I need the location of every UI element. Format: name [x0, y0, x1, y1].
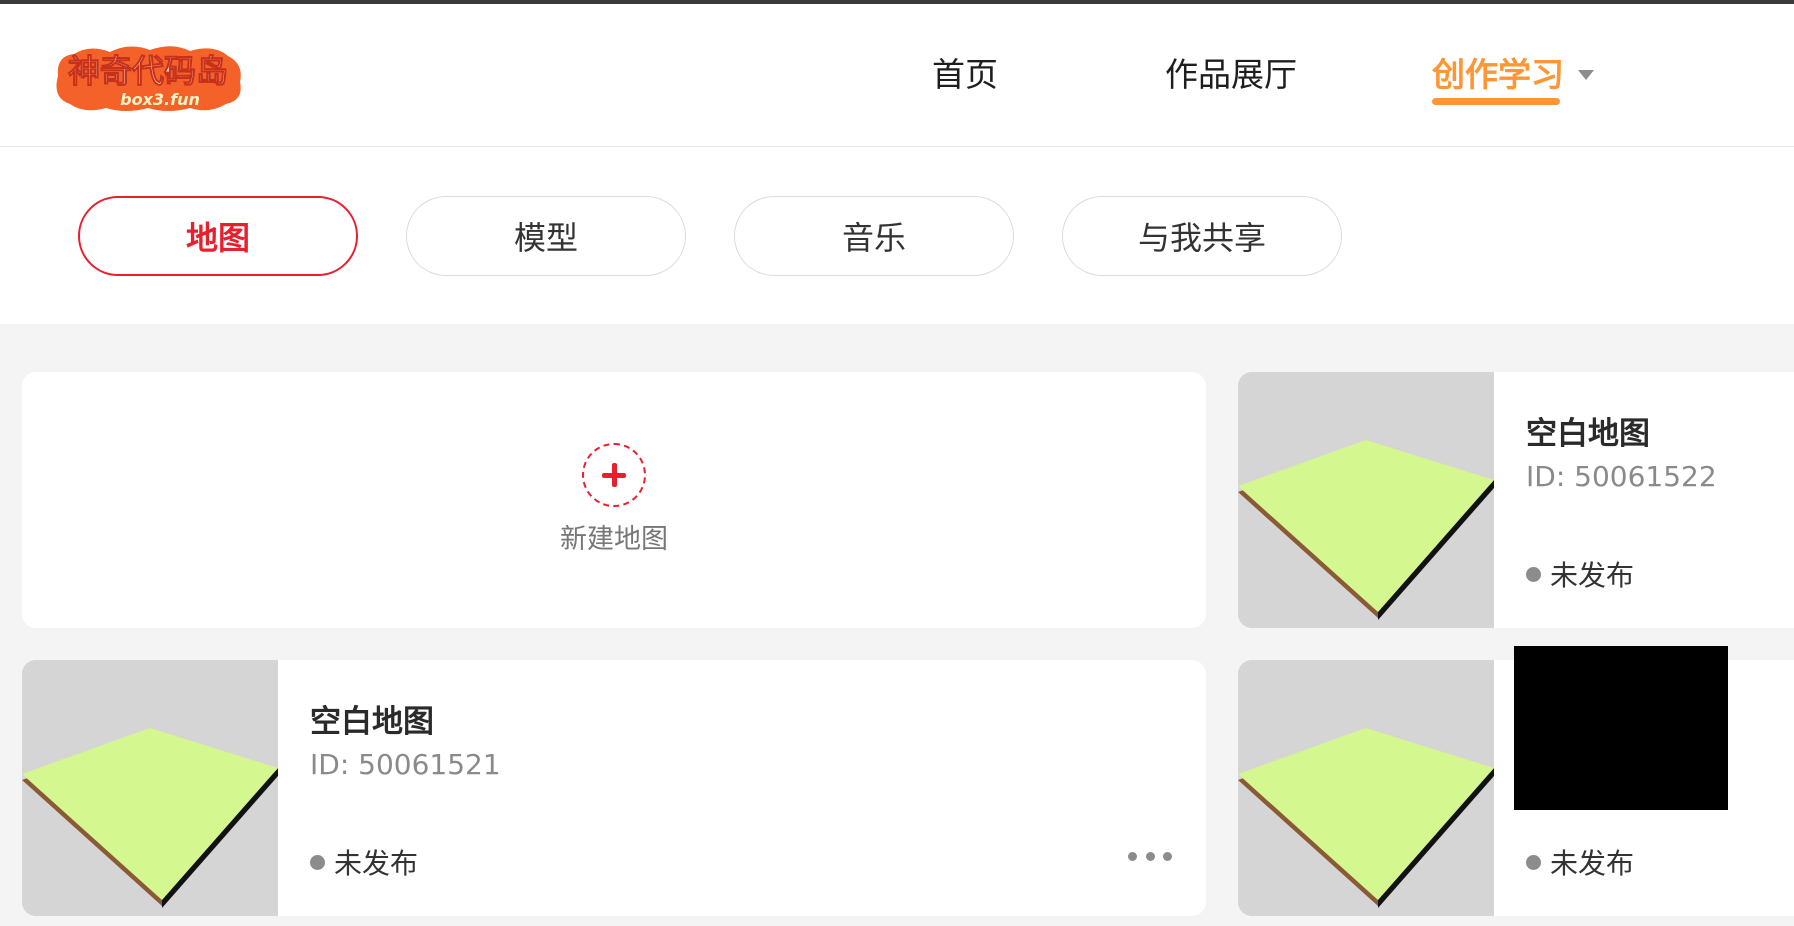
redacted-block: [1514, 646, 1728, 810]
new-map-card[interactable]: 新建地图: [22, 372, 1206, 628]
more-options-icon[interactable]: [1128, 850, 1172, 862]
tab-music[interactable]: 音乐: [734, 196, 1014, 276]
map-id: ID: 50061521: [310, 748, 501, 781]
nav-learn-label: 创作学习: [1432, 55, 1564, 94]
status-label: 未发布: [1550, 847, 1635, 880]
map-thumbnail: [22, 660, 278, 916]
status-badge: 未发布: [310, 842, 418, 882]
logo-subtext: box3.fun: [120, 90, 200, 109]
status-label: 未发布: [1550, 559, 1635, 592]
map-thumbnail: [1238, 372, 1494, 628]
status-dot: [310, 854, 325, 870]
logo[interactable]: 神奇代码岛 box3.fun: [50, 42, 246, 114]
tab-shared-with-me[interactable]: 与我共享: [1062, 196, 1342, 276]
map-id: ID: 50061522: [1526, 460, 1717, 493]
map-card[interactable]: 空白地图 ID: 50061522 未发布: [1238, 372, 1794, 628]
map-title: 空白地图: [310, 704, 434, 740]
add-icon: [582, 443, 646, 507]
status-label: 未发布: [334, 847, 419, 880]
map-title: 空白地图: [1526, 416, 1650, 452]
status-badge: 未发布: [1526, 554, 1634, 594]
new-map-label: 新建地图: [560, 524, 668, 555]
tab-maps[interactable]: 地图: [78, 196, 358, 276]
tab-models[interactable]: 模型: [406, 196, 686, 276]
status-badge: 未发布: [1526, 842, 1634, 882]
nav-learn[interactable]: 创作学习: [1432, 48, 1594, 96]
logo-text: 神奇代码岛: [68, 52, 228, 90]
status-dot: [1526, 566, 1541, 582]
chevron-down-icon: [1578, 69, 1594, 80]
works-grid: 新建地图 空白地图 ID: 50061522 未发布 空白地图 ID: 5006…: [0, 324, 1794, 926]
category-tabs: 地图 模型 音乐 与我共享: [0, 148, 1794, 324]
map-card[interactable]: 空白地图 ID: 50061521 未发布: [22, 660, 1206, 916]
nav-home[interactable]: 首页: [932, 48, 998, 96]
map-thumbnail: [1238, 660, 1494, 916]
nav-gallery[interactable]: 作品展厅: [1165, 48, 1297, 96]
status-dot: [1526, 854, 1541, 870]
nav-active-indicator: [1432, 98, 1560, 105]
site-header: 神奇代码岛 box3.fun 首页 作品展厅 创作学习: [0, 4, 1794, 147]
